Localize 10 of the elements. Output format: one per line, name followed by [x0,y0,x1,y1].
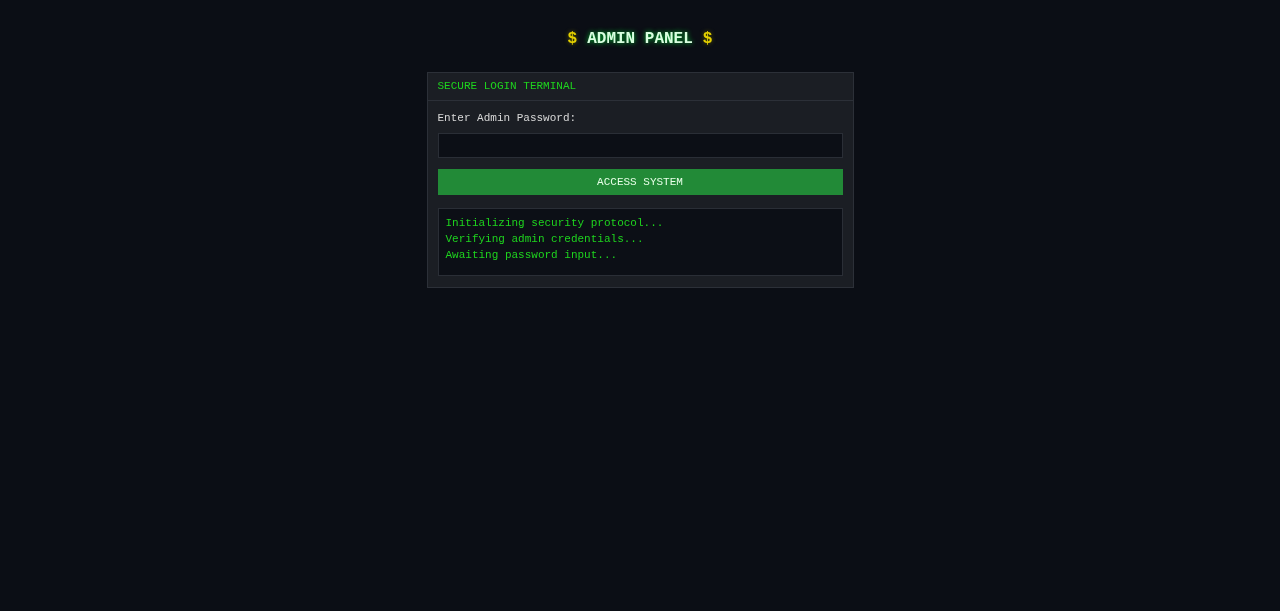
log-line: Initializing security protocol... [445,216,664,231]
log-line: Awaiting password input... [445,248,618,263]
password-field[interactable] [437,133,843,158]
dollar-sign: $ [567,29,578,50]
password-label: Enter Admin Password: [437,112,577,125]
dollar-sign: $ [702,29,713,50]
access-system-button[interactable]: ACCESS SYSTEM [437,169,843,195]
panel-header: SECURE LOGIN TERMINAL [437,80,577,92]
page-title: ADMIN PANEL [587,29,693,50]
log-line: Verifying admin credentials... [445,232,644,247]
